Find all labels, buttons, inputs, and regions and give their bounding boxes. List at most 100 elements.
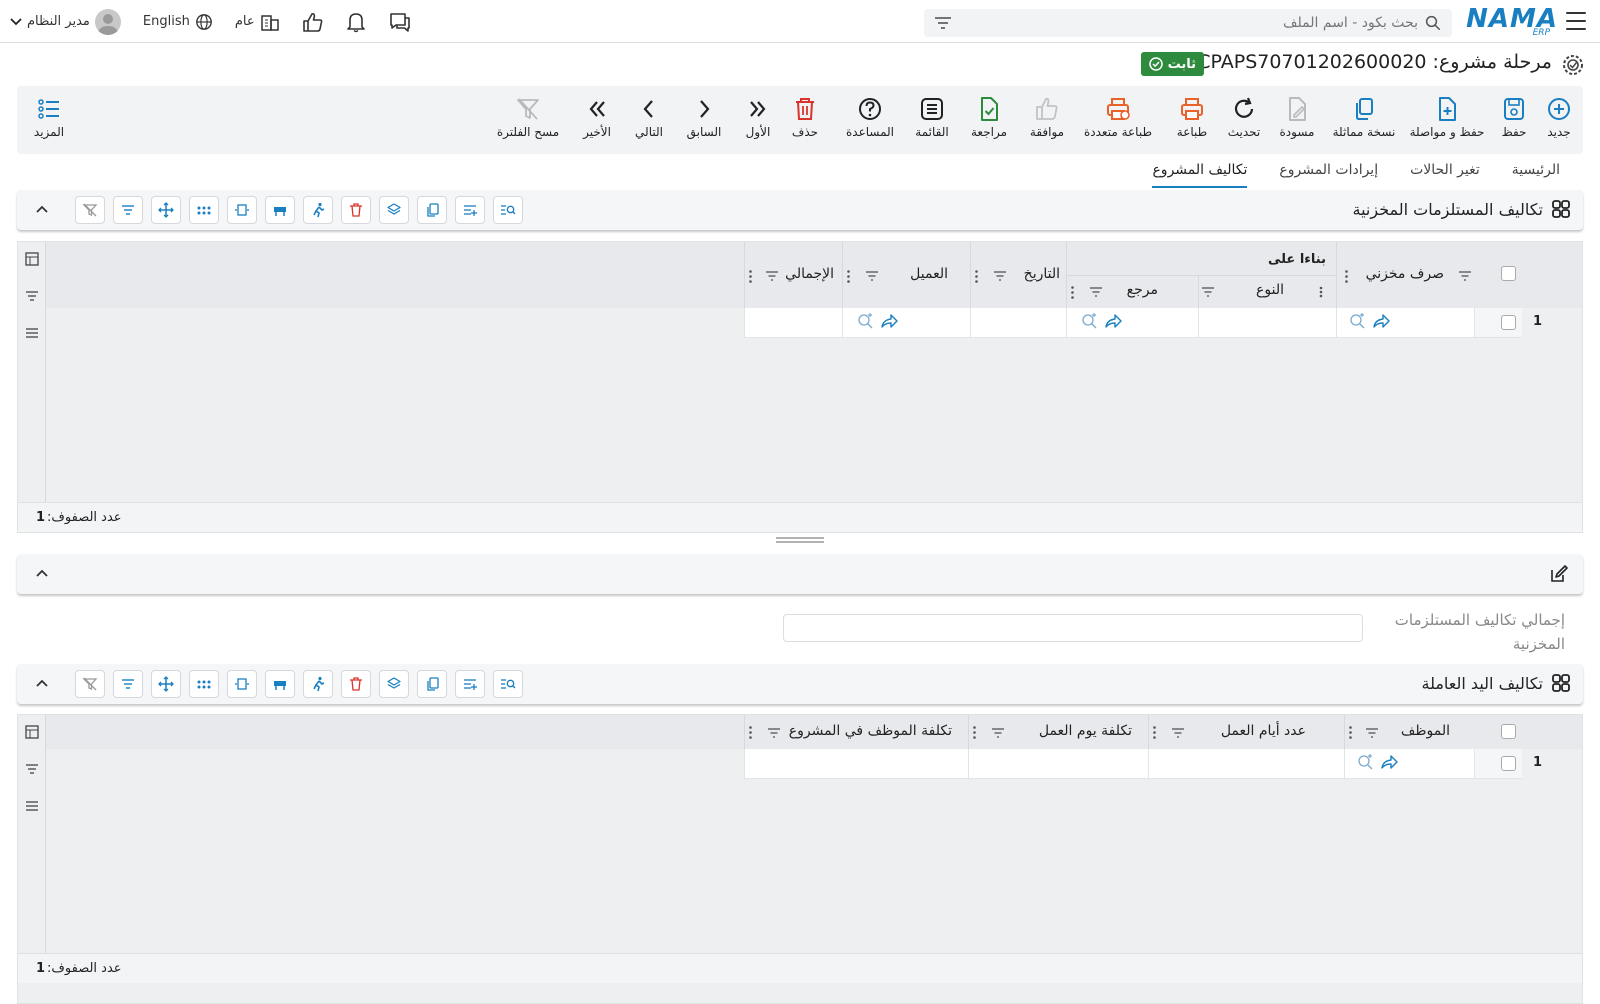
select-all-checkbox[interactable] — [1501, 724, 1516, 739]
search-bar[interactable] — [924, 9, 1452, 37]
list-button[interactable]: القائمة — [908, 96, 956, 139]
new-button[interactable]: جديد — [1535, 96, 1583, 139]
cell-ref[interactable] — [1066, 308, 1198, 338]
column-menu-icon[interactable] — [1314, 286, 1328, 298]
table-row[interactable] — [1474, 308, 1522, 338]
chevron-up-icon[interactable] — [35, 676, 49, 690]
filter-icon[interactable] — [1171, 727, 1185, 739]
column-menu-icon[interactable] — [1349, 726, 1352, 739]
column-menu-icon[interactable] — [847, 270, 850, 283]
chevron-up-icon[interactable] — [35, 202, 49, 216]
table-icon[interactable] — [25, 725, 39, 739]
column-menu-icon[interactable] — [749, 270, 752, 283]
grid-fit-button[interactable] — [227, 196, 257, 224]
filter-icon[interactable] — [934, 16, 952, 30]
cell-employee-cost[interactable] — [744, 749, 968, 779]
grid-apps-button[interactable] — [189, 196, 219, 224]
column-employee[interactable]: الموظف — [1344, 715, 1474, 749]
tab-project-costs[interactable]: تكاليف المشروع — [1152, 158, 1248, 188]
column-work-days[interactable]: عدد أيام العمل — [1148, 715, 1344, 749]
clear-filter-button[interactable]: مسح الفلترة — [493, 96, 563, 139]
column-menu-icon[interactable] — [1071, 286, 1074, 299]
search-plus-icon[interactable] — [1080, 312, 1098, 330]
cell-customer[interactable] — [842, 308, 970, 338]
column-employee-cost[interactable]: تكلفة الموظف في المشروع — [744, 715, 968, 749]
more-button[interactable]: المزيد — [29, 96, 69, 139]
filter-icon[interactable] — [767, 727, 781, 739]
menu-lines-icon[interactable] — [25, 799, 39, 813]
grid-insert-row-button[interactable] — [265, 196, 295, 224]
grid-clear-filter-button[interactable] — [75, 196, 105, 224]
cell-work-days[interactable] — [1148, 749, 1344, 779]
tab-main[interactable]: الرئيسية — [1512, 158, 1560, 188]
grid-apps-button[interactable] — [189, 670, 219, 698]
thumbs-up-icon[interactable] — [302, 12, 324, 32]
filter-icon[interactable] — [1089, 286, 1103, 298]
column-menu-icon[interactable] — [975, 270, 978, 283]
chevron-up-icon[interactable] — [35, 566, 49, 580]
column-menu-icon[interactable] — [973, 726, 976, 739]
approve-button[interactable]: موافقة — [1023, 96, 1071, 139]
cell-type[interactable] — [1198, 308, 1336, 338]
user-menu[interactable]: مدير النظام — [10, 8, 121, 35]
column-menu-icon[interactable] — [1153, 726, 1156, 739]
resize-handle[interactable] — [776, 536, 824, 544]
column-date[interactable]: التاريخ — [970, 242, 1066, 308]
grid-layers-button[interactable] — [379, 670, 409, 698]
filter-icon[interactable] — [1201, 286, 1215, 298]
tab-project-revenues[interactable]: إيرادات المشروع — [1279, 158, 1378, 188]
column-menu-icon[interactable] — [1345, 270, 1348, 283]
logo[interactable]: NAMA ERP — [1466, 6, 1558, 38]
grid-add-line-button[interactable] — [455, 196, 485, 224]
search-icon[interactable] — [1424, 14, 1442, 32]
grid-filter-button[interactable] — [113, 670, 143, 698]
help-button[interactable]: المساعدة — [839, 96, 901, 139]
refresh-button[interactable]: تحديث — [1220, 96, 1268, 139]
grid-insert-row-button[interactable] — [265, 670, 295, 698]
grid-run-button[interactable] — [303, 196, 333, 224]
search-plus-icon[interactable] — [856, 312, 874, 330]
filter-icon[interactable] — [1458, 270, 1472, 282]
first-button[interactable]: الأول — [738, 96, 778, 139]
grid-layers-button[interactable] — [379, 196, 409, 224]
tab-status-changes[interactable]: تغير الحالات — [1410, 158, 1480, 188]
column-type[interactable]: النوع — [1198, 276, 1336, 308]
delete-button[interactable]: حذف — [785, 96, 825, 139]
share-icon[interactable] — [1372, 312, 1390, 330]
save-button[interactable]: حفظ — [1490, 96, 1538, 139]
row-checkbox[interactable] — [1501, 315, 1516, 330]
inventory-total-input[interactable] — [783, 614, 1363, 642]
bell-icon[interactable] — [346, 11, 366, 33]
branch-switch[interactable]: عام — [235, 13, 280, 31]
filter-icon[interactable] — [765, 270, 779, 282]
filter-icon[interactable] — [1365, 727, 1379, 739]
previous-button[interactable]: السابق — [680, 96, 728, 139]
print-button[interactable]: طباعة — [1168, 96, 1216, 139]
cell-day-cost[interactable] — [968, 749, 1148, 779]
table-row[interactable] — [1474, 749, 1522, 779]
multi-print-button[interactable]: طباعة متعددة — [1078, 96, 1158, 139]
cell-issue[interactable] — [1336, 308, 1474, 338]
search-plus-icon[interactable] — [1348, 312, 1366, 330]
grid-delete-button[interactable] — [341, 196, 371, 224]
cell-total[interactable] — [744, 308, 842, 338]
filter-icon[interactable] — [25, 762, 39, 776]
draft-button[interactable]: مسودة — [1273, 96, 1321, 139]
filter-icon[interactable] — [865, 270, 879, 282]
cell-date[interactable] — [970, 308, 1066, 338]
chat-icon[interactable] — [388, 11, 412, 33]
grid-move-button[interactable] — [151, 670, 181, 698]
table-icon[interactable] — [25, 252, 39, 266]
language-switch[interactable]: English — [143, 13, 213, 31]
grid-search-button[interactable] — [493, 670, 523, 698]
grid-clear-filter-button[interactable] — [75, 670, 105, 698]
share-icon[interactable] — [880, 312, 898, 330]
column-customer[interactable]: العميل — [842, 242, 970, 308]
grid-add-line-button[interactable] — [455, 670, 485, 698]
grid-fit-button[interactable] — [227, 670, 257, 698]
column-issue[interactable]: صرف مخزني — [1336, 242, 1474, 308]
review-button[interactable]: مراجعة — [965, 96, 1013, 139]
column-ref[interactable]: مرجع — [1066, 276, 1198, 308]
menu-lines-icon[interactable] — [25, 326, 39, 340]
grid-filter-button[interactable] — [113, 196, 143, 224]
